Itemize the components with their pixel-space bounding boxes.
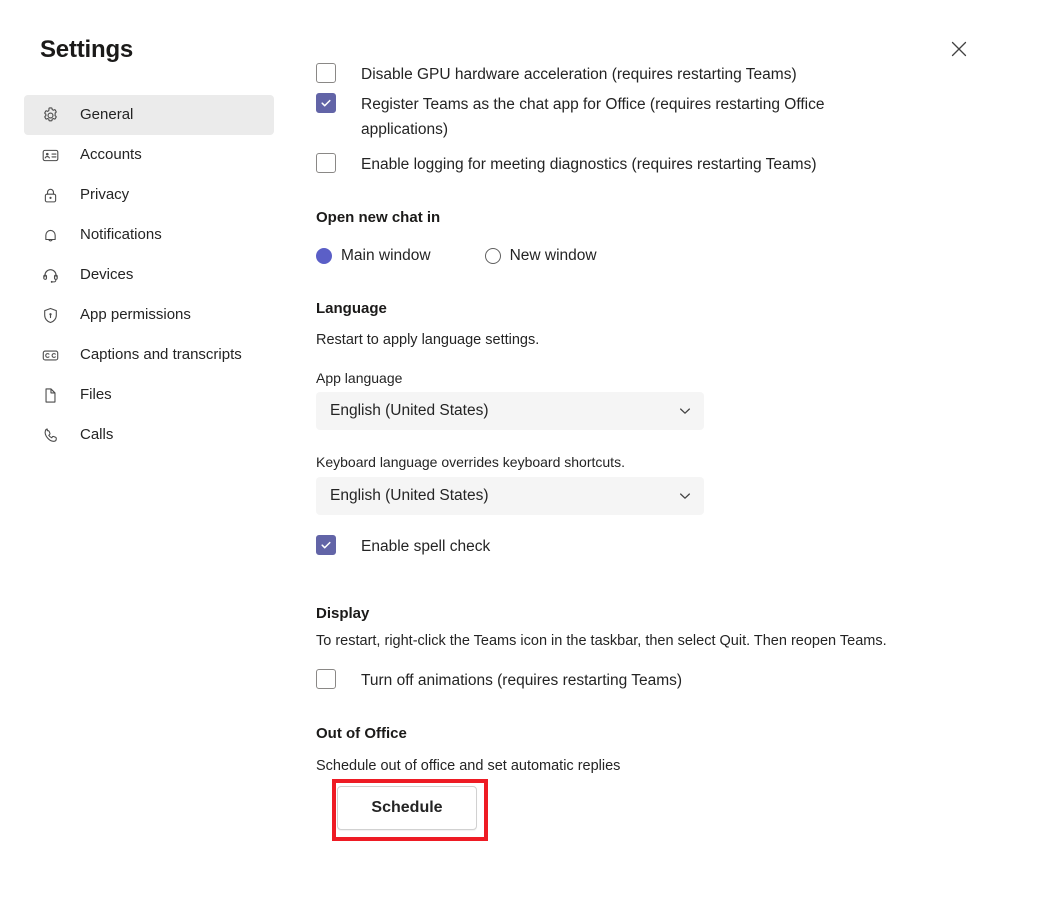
checkbox-register-teams-chat-app[interactable]: Register Teams as the chat app for Offic… bbox=[316, 92, 916, 142]
sidebar-item-privacy[interactable]: Privacy bbox=[24, 175, 274, 215]
file-icon bbox=[40, 385, 60, 405]
checkbox-label: Disable GPU hardware acceleration (requi… bbox=[361, 66, 797, 83]
checkbox-enable-spell-check[interactable]: Enable spell check bbox=[316, 534, 490, 559]
sidebar-item-label: Notifications bbox=[80, 226, 162, 243]
sidebar-item-notifications[interactable]: Notifications bbox=[24, 215, 274, 255]
sidebar-item-label: Files bbox=[80, 386, 112, 403]
section-heading-open-new-chat-in: Open new chat in bbox=[316, 209, 441, 226]
section-heading-display: Display bbox=[316, 605, 370, 622]
lock-icon bbox=[40, 185, 60, 205]
radio-label: New window bbox=[509, 247, 597, 264]
checkbox-box bbox=[316, 535, 336, 555]
settings-general-panel: Disable GPU hardware acceleration (requi… bbox=[316, 0, 1016, 922]
section-heading-out-of-office: Out of Office bbox=[316, 725, 407, 742]
out-of-office-subtitle: Schedule out of office and set automatic… bbox=[316, 758, 621, 774]
keyboard-language-label: Keyboard language overrides keyboard sho… bbox=[316, 454, 625, 470]
app-language-value: English (United States) bbox=[330, 402, 489, 419]
sidebar-item-app-permissions[interactable]: App permissions bbox=[24, 295, 274, 335]
checkbox-label: Turn off animations (requires restarting… bbox=[361, 672, 683, 689]
sidebar-item-label: General bbox=[80, 106, 134, 123]
checkbox-box bbox=[316, 153, 336, 173]
schedule-button-wrapper: Schedule bbox=[332, 779, 488, 841]
sidebar-item-files[interactable]: Files bbox=[24, 375, 274, 415]
radio-option-main-window[interactable]: Main window bbox=[316, 246, 431, 266]
display-subtitle: To restart, right-click the Teams icon i… bbox=[316, 633, 887, 649]
page-title: Settings bbox=[40, 36, 134, 63]
schedule-button[interactable]: Schedule bbox=[337, 786, 477, 830]
section-heading-language: Language bbox=[316, 300, 387, 317]
gear-icon bbox=[40, 105, 60, 125]
checkbox-label: Enable spell check bbox=[361, 538, 491, 555]
sidebar-item-label: Devices bbox=[80, 266, 134, 283]
checkbox-enable-logging-meeting-diagnostics[interactable]: Enable logging for meeting diagnostics (… bbox=[316, 152, 816, 177]
language-subtitle: Restart to apply language settings. bbox=[316, 332, 540, 348]
shield-icon bbox=[40, 305, 60, 325]
phone-icon bbox=[40, 425, 60, 445]
sidebar-item-accounts[interactable]: Accounts bbox=[24, 135, 274, 175]
sidebar-item-label: Captions and transcripts bbox=[80, 346, 242, 363]
app-language-dropdown[interactable]: English (United States) bbox=[316, 392, 704, 430]
sidebar-item-label: App permissions bbox=[80, 306, 191, 323]
chevron-down-icon bbox=[678, 404, 692, 418]
sidebar-item-captions-and-transcripts[interactable]: Captions and transcripts bbox=[24, 335, 274, 375]
sidebar-item-label: Calls bbox=[80, 426, 114, 443]
sidebar-item-devices[interactable]: Devices bbox=[24, 255, 274, 295]
keyboard-language-dropdown[interactable]: English (United States) bbox=[316, 477, 704, 515]
checkbox-label: Register Teams as the chat app for Offic… bbox=[361, 96, 825, 138]
closed-caption-icon bbox=[40, 345, 60, 365]
radio-group-open-new-chat-in: Main window New window bbox=[316, 246, 597, 266]
checkbox-disable-gpu-hardware-acceleration[interactable]: Disable GPU hardware acceleration (requi… bbox=[316, 62, 797, 87]
app-language-label: App language bbox=[316, 370, 403, 386]
keyboard-language-value: English (United States) bbox=[330, 487, 489, 504]
contact-card-icon bbox=[40, 145, 60, 165]
checkbox-box bbox=[316, 63, 336, 83]
radio-option-new-window[interactable]: New window bbox=[484, 246, 597, 266]
radio-dot bbox=[316, 248, 332, 264]
sidebar-item-calls[interactable]: Calls bbox=[24, 415, 274, 455]
radio-dot bbox=[484, 248, 501, 264]
headset-icon bbox=[40, 265, 60, 285]
checkbox-turn-off-animations[interactable]: Turn off animations (requires restarting… bbox=[316, 668, 682, 693]
bell-icon bbox=[40, 225, 60, 245]
checkbox-box bbox=[316, 669, 336, 689]
checkbox-box bbox=[316, 93, 336, 113]
checkbox-label: Enable logging for meeting diagnostics (… bbox=[361, 156, 817, 173]
chevron-down-icon bbox=[678, 489, 692, 503]
settings-sidebar: General Accounts Privacy Notifications D… bbox=[24, 95, 274, 455]
sidebar-item-label: Privacy bbox=[80, 186, 130, 203]
sidebar-item-general[interactable]: General bbox=[24, 95, 274, 135]
radio-label: Main window bbox=[341, 247, 431, 264]
sidebar-item-label: Accounts bbox=[80, 146, 142, 163]
